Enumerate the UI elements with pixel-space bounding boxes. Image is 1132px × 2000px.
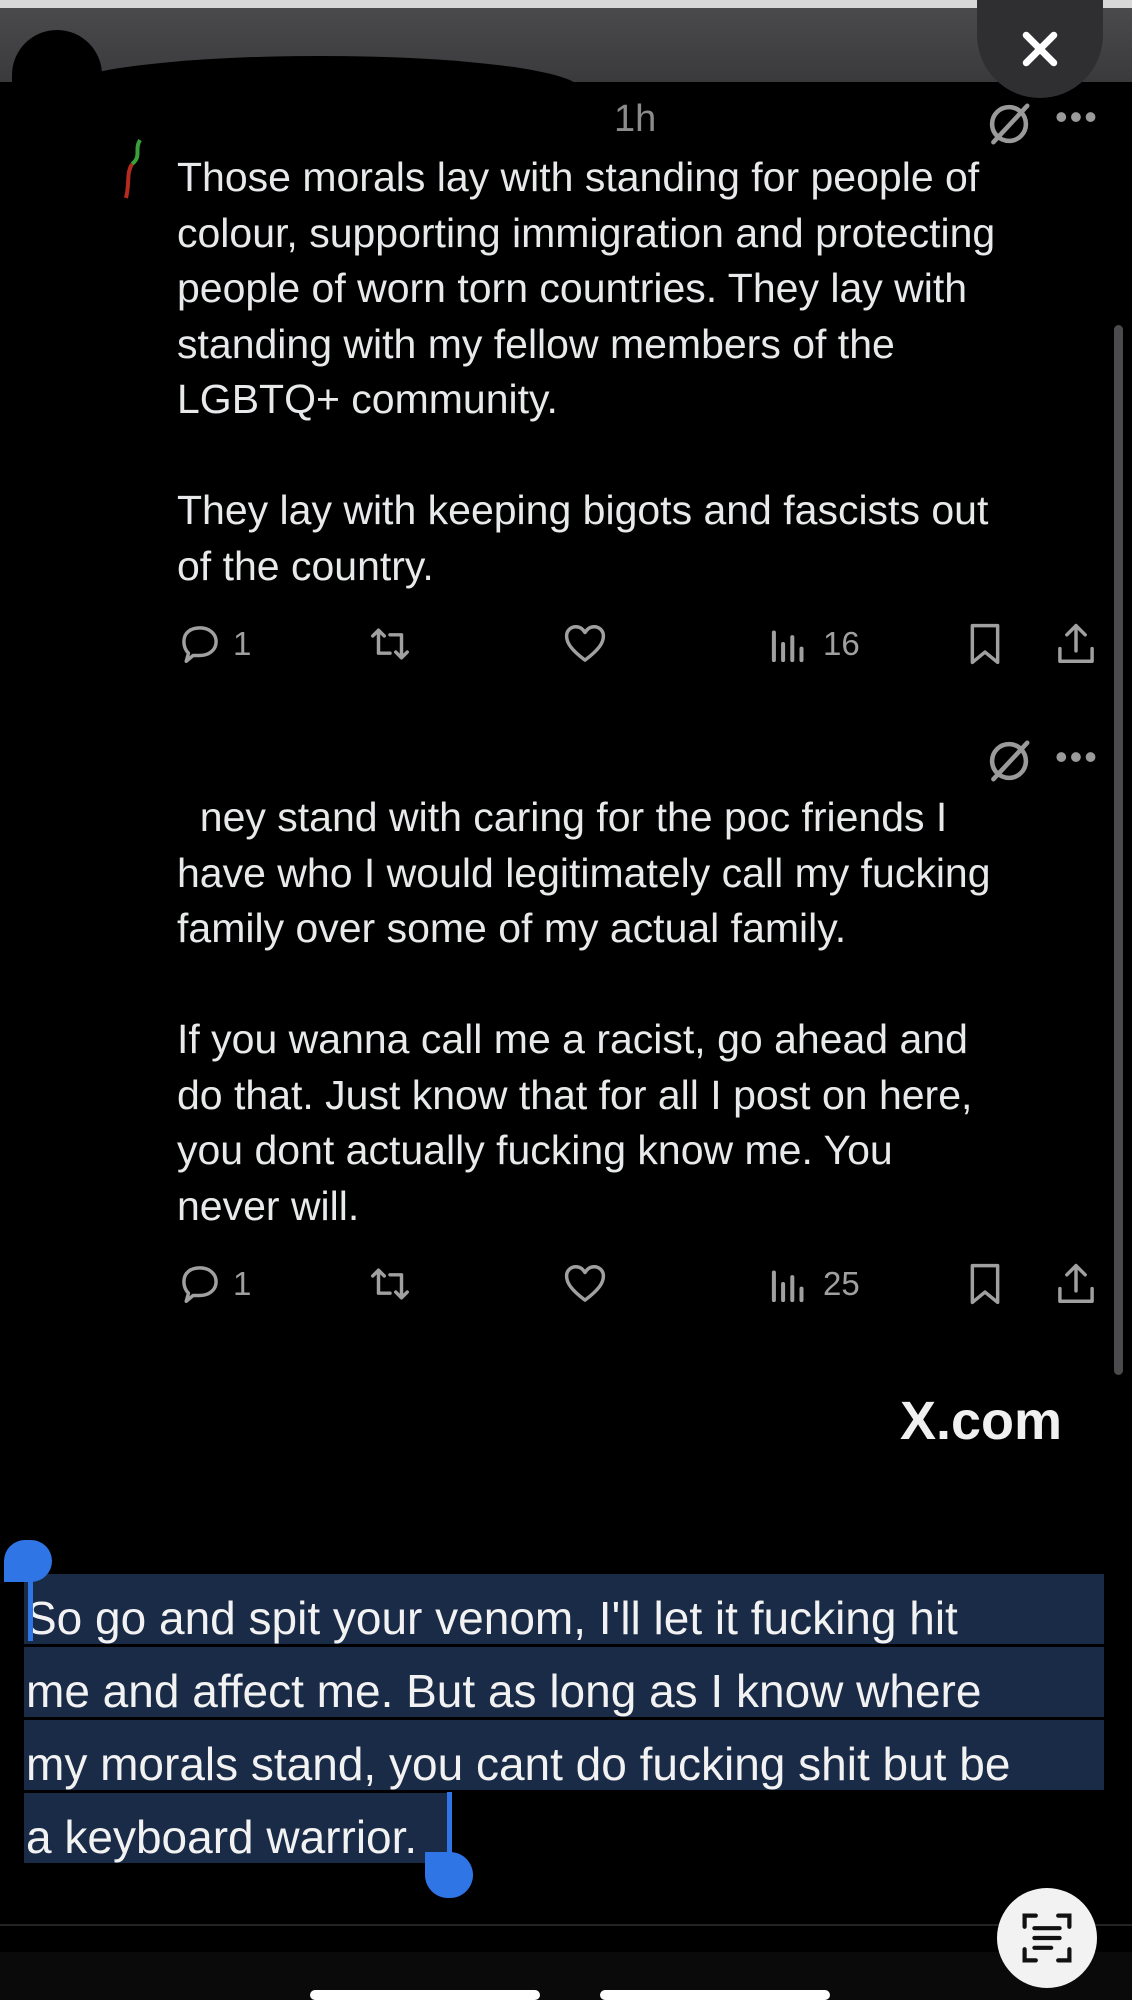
- reply-count: 1: [233, 1265, 252, 1302]
- bookmark-button[interactable]: [962, 1261, 1008, 1307]
- bookmark-icon: [970, 1263, 1000, 1305]
- action-bar: 1 25: [177, 1261, 1097, 1311]
- bookmark-button[interactable]: [962, 621, 1008, 667]
- post-text: ney stand with caring for the poc friend…: [177, 794, 991, 1229]
- close-icon: [1022, 31, 1058, 67]
- heart-icon: [564, 1265, 606, 1302]
- reply-icon: [182, 1266, 218, 1303]
- more-icon[interactable]: •••: [1055, 736, 1099, 778]
- like-button[interactable]: [562, 621, 608, 667]
- post-time: 1h: [614, 98, 657, 140]
- avatar-icon: [124, 138, 142, 199]
- action-bar: 1 16: [177, 621, 1097, 671]
- repost-icon: [371, 628, 409, 660]
- home-indicator: [310, 1990, 540, 2000]
- share-button[interactable]: [1053, 621, 1099, 667]
- selection-end-handle[interactable]: [425, 1852, 473, 1898]
- post-text: Those morals lay with standing for peopl…: [177, 154, 996, 589]
- selected-text[interactable]: So go and spit your venom, I'll let it f…: [26, 1582, 1126, 1874]
- text-scan-icon: [1022, 1913, 1072, 1963]
- bottom-strip: [0, 1952, 1132, 2000]
- repost-button[interactable]: [367, 621, 413, 667]
- mute-icon[interactable]: [983, 735, 1035, 787]
- mute-icon[interactable]: [983, 98, 1035, 150]
- views-count: 16: [823, 625, 860, 662]
- more-icon[interactable]: •••: [1055, 96, 1099, 138]
- views-count: 25: [823, 1265, 860, 1302]
- views-button[interactable]: 16: [767, 621, 860, 667]
- views-icon: [771, 630, 804, 663]
- selection-end-caret: [447, 1792, 452, 1858]
- selection-start-caret: [28, 1575, 33, 1641]
- like-button[interactable]: [562, 1261, 608, 1307]
- reply-button[interactable]: 1: [177, 621, 251, 667]
- scrollbar[interactable]: [1114, 325, 1123, 1375]
- reply-button[interactable]: 1: [177, 1261, 251, 1307]
- repost-button[interactable]: [367, 1261, 413, 1307]
- close-button[interactable]: [977, 0, 1103, 98]
- reply-icon: [182, 626, 218, 663]
- divider: [0, 1924, 1132, 1926]
- share-icon: [1058, 623, 1094, 663]
- home-indicator: [600, 1990, 830, 2000]
- views-button[interactable]: 25: [767, 1261, 860, 1307]
- reply-count: 1: [233, 625, 252, 662]
- bookmark-icon: [970, 623, 1000, 665]
- text-scan-button[interactable]: [997, 1888, 1097, 1988]
- share-icon: [1058, 1263, 1094, 1303]
- heart-icon: [564, 625, 606, 662]
- share-button[interactable]: [1053, 1261, 1099, 1307]
- views-icon: [771, 1270, 804, 1303]
- repost-icon: [371, 1268, 409, 1300]
- brand-watermark: X.com: [900, 1391, 1063, 1451]
